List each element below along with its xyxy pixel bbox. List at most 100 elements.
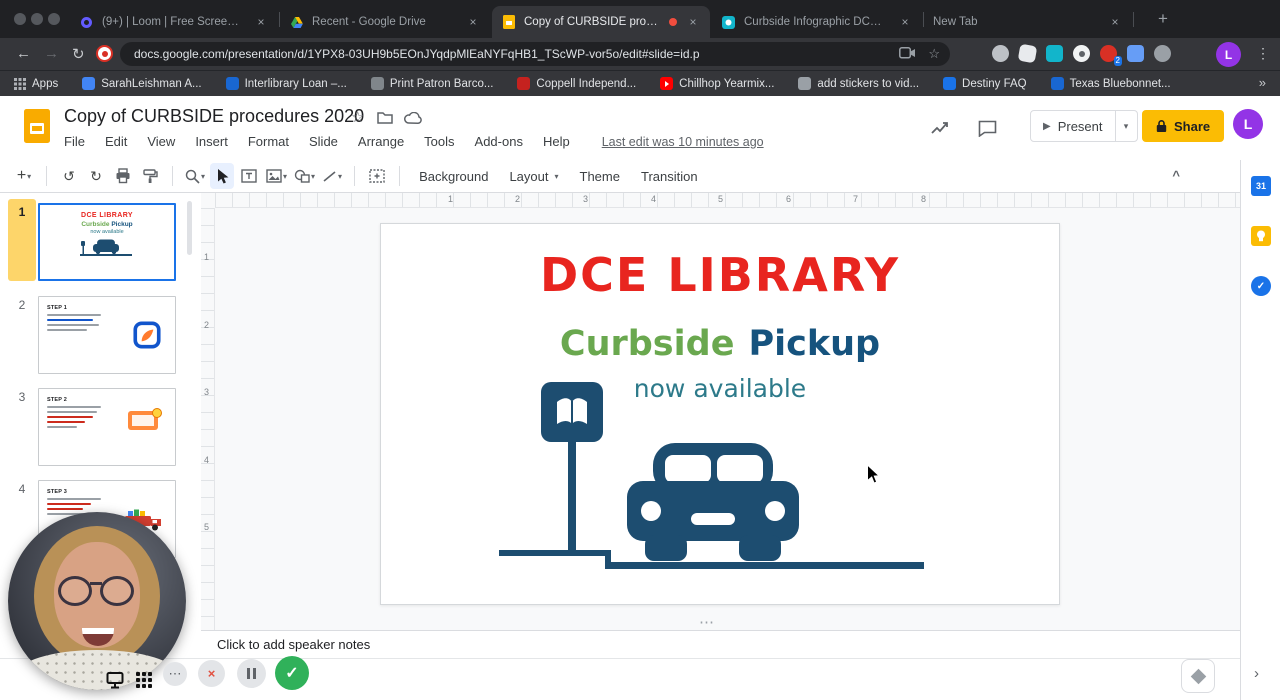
menu-format[interactable]: Format (246, 133, 291, 150)
extension-icon[interactable] (992, 45, 1009, 62)
loom-finish-button[interactable]: ✓ (275, 656, 309, 690)
horizontal-ruler[interactable]: 1 2 3 4 5 6 7 8 (215, 193, 1240, 208)
select-tool-button[interactable] (210, 163, 234, 189)
loom-apps-icon[interactable] (136, 672, 152, 693)
zoom-button[interactable]: ▾ (183, 163, 207, 189)
print-button[interactable] (111, 163, 135, 189)
menu-file[interactable]: File (62, 133, 87, 150)
paint-format-button[interactable] (138, 163, 162, 189)
extension-icon[interactable] (1046, 45, 1063, 62)
back-icon[interactable]: ← (16, 45, 31, 62)
tab-close-icon[interactable]: × (897, 14, 913, 30)
bookmarks-overflow-icon[interactable]: » (1259, 75, 1266, 90)
extension-icon[interactable] (1127, 45, 1144, 62)
notes-resize-handle[interactable]: ⋯ (699, 613, 716, 631)
extension-icon[interactable] (1018, 44, 1038, 64)
calendar-icon[interactable]: 31 (1251, 176, 1271, 196)
tab-google-drive[interactable]: Recent - Google Drive × (280, 6, 490, 38)
last-edit-link[interactable]: Last edit was 10 minutes ago (602, 135, 764, 149)
slide-thumbnail-3[interactable]: STEP 2 (38, 388, 176, 466)
bookmark-item[interactable]: Chillhop Yearmix... (660, 77, 774, 90)
bookmark-item[interactable]: add stickers to vid... (798, 77, 919, 90)
cloud-status-icon[interactable] (404, 112, 422, 130)
layout-button[interactable]: Layout▾ (500, 163, 567, 189)
activity-sparkline-icon[interactable] (930, 120, 952, 141)
hide-panel-chevron-icon[interactable]: › (1254, 665, 1259, 682)
share-button[interactable]: Share (1142, 110, 1224, 142)
slide-subtitle-text[interactable]: CurbsidePickup (381, 324, 1059, 364)
menu-slide[interactable]: Slide (307, 133, 340, 150)
browser-menu-icon[interactable]: ⋮ (1256, 45, 1270, 62)
menu-insert[interactable]: Insert (193, 133, 230, 150)
bookmark-item[interactable]: Coppell Independ... (517, 77, 636, 90)
comments-icon[interactable] (978, 120, 997, 142)
bookmark-item[interactable]: SarahLeishman A... (82, 77, 201, 90)
window-close-button[interactable] (14, 13, 26, 25)
new-slide-button[interactable]: +▾ (12, 163, 36, 189)
window-zoom-button[interactable] (48, 13, 60, 25)
transition-button[interactable]: Transition (632, 163, 707, 189)
text-box-button[interactable] (237, 163, 261, 189)
slides-app-logo[interactable] (24, 109, 50, 148)
menu-tools[interactable]: Tools (422, 133, 456, 150)
insert-placeholder-button[interactable] (365, 163, 389, 189)
menu-help[interactable]: Help (541, 133, 572, 150)
present-dropdown-button[interactable]: ▾ (1115, 111, 1137, 141)
present-button[interactable]: ▶ Present (1031, 111, 1115, 141)
keep-icon[interactable] (1251, 226, 1271, 246)
bookmark-item[interactable]: Texas Bluebonnet... (1051, 77, 1171, 90)
webcam-video-bubble[interactable] (8, 512, 186, 690)
redo-button[interactable]: ↻ (84, 163, 108, 189)
background-button[interactable]: Background (410, 163, 497, 189)
menu-addons[interactable]: Add-ons (473, 133, 525, 150)
move-folder-icon[interactable] (377, 111, 393, 129)
tab-close-icon[interactable]: × (685, 14, 701, 30)
speaker-notes[interactable]: Click to add speaker notes (201, 630, 1240, 658)
loom-more-button[interactable]: ⋯ (163, 662, 187, 686)
insert-shape-button[interactable]: ▾ (292, 163, 317, 189)
extension-icon[interactable] (1154, 45, 1171, 62)
star-document-icon[interactable]: ☆ (351, 108, 364, 126)
tab-curbside-infographic[interactable]: Curbside Infographic DCE 202 × (712, 6, 922, 38)
collapse-toolbar-icon[interactable]: ^ (1172, 168, 1180, 183)
filmstrip-scrollbar[interactable] (187, 201, 192, 255)
tab-close-icon[interactable]: × (253, 14, 269, 30)
insert-line-button[interactable]: ▾ (320, 163, 344, 189)
document-title[interactable]: Copy of CURBSIDE procedures 2020 (64, 106, 364, 127)
forward-icon[interactable]: → (44, 45, 59, 62)
new-tab-button[interactable]: + (1152, 8, 1174, 30)
menu-edit[interactable]: Edit (103, 133, 129, 150)
bookmark-item[interactable]: Destiny FAQ (943, 77, 1027, 90)
bookmark-apps[interactable]: Apps (14, 78, 58, 90)
slide-thumbnail-2[interactable]: STEP 1 (38, 296, 176, 374)
vertical-ruler[interactable]: 1 2 3 4 5 (201, 208, 215, 630)
extension-icon[interactable]: 2 (1100, 45, 1117, 62)
tab-close-icon[interactable]: × (465, 14, 481, 30)
menu-arrange[interactable]: Arrange (356, 133, 406, 150)
tab-loom[interactable]: (9+) | Loom | Free Screen & Vi × (70, 6, 278, 38)
slide-title-text[interactable]: DCE LIBRARY (381, 248, 1059, 302)
loom-cancel-button[interactable]: × (198, 660, 225, 687)
insert-image-button[interactable]: ▾ (264, 163, 289, 189)
theme-button[interactable]: Theme (571, 163, 629, 189)
explore-button[interactable] (1181, 659, 1215, 693)
undo-button[interactable]: ↺ (57, 163, 81, 189)
menu-view[interactable]: View (145, 133, 177, 150)
loom-canvas-icon[interactable] (106, 671, 124, 694)
tab-close-icon[interactable]: × (1107, 14, 1123, 30)
extension-icon[interactable] (1073, 45, 1090, 62)
url-bar[interactable]: docs.google.com/presentation/d/1YPX8-03U… (120, 42, 950, 66)
tab-new-tab[interactable]: New Tab × (924, 6, 1132, 38)
record-extension-icon[interactable] (96, 45, 113, 62)
bookmark-item[interactable]: Interlibrary Loan –... (226, 77, 347, 90)
window-minimize-button[interactable] (31, 13, 43, 25)
slide-canvas[interactable]: DCE LIBRARY CurbsidePickup now available (380, 223, 1060, 605)
loom-pause-button[interactable] (237, 659, 266, 688)
browser-profile-avatar[interactable]: L (1216, 42, 1241, 67)
account-avatar[interactable]: L (1233, 109, 1263, 139)
tab-capture-icon[interactable] (899, 47, 916, 62)
bookmark-star-icon[interactable]: ☆ (928, 46, 940, 62)
bookmark-item[interactable]: Print Patron Barco... (371, 77, 494, 90)
slide-thumbnail-1[interactable]: DCE LIBRARY Curbside Pickup now availabl… (38, 203, 176, 281)
tasks-icon[interactable]: ✓ (1251, 276, 1271, 296)
